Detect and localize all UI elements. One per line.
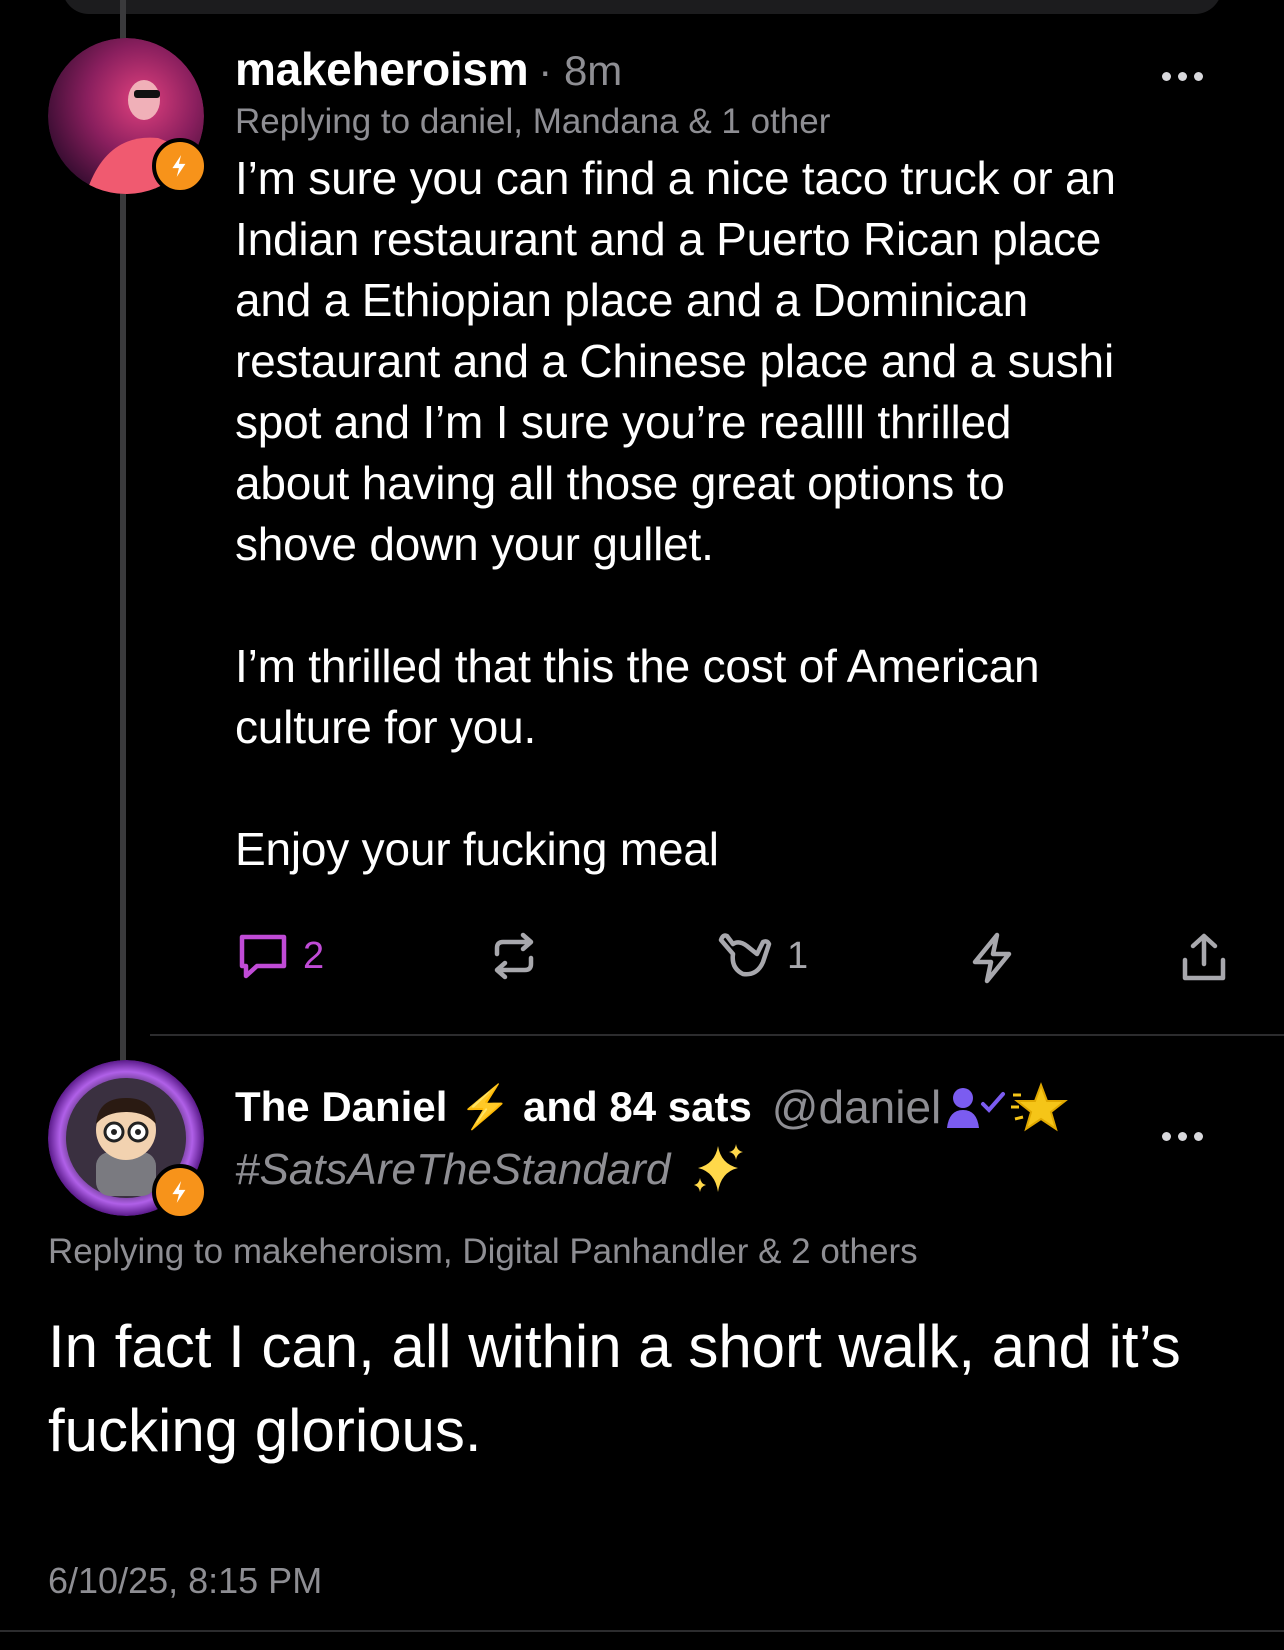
repost-icon [494, 932, 534, 980]
handle[interactable]: @daniel [772, 1080, 941, 1134]
post-timestamp: 6/10/25, 8:15 PM [48, 1560, 323, 1601]
post-body: I’m sure you can find a nice taco truck … [235, 152, 1116, 875]
hashtag[interactable]: #SatsAreTheStandard [235, 1145, 670, 1195]
replying-to[interactable]: Replying to daniel, Mandana & 1 other [235, 102, 830, 142]
author-name[interactable]: makeheroism [235, 42, 529, 96]
more-dots-icon[interactable] [1162, 1132, 1203, 1141]
shaka-like-icon [718, 933, 772, 977]
lightning-badge-icon [152, 1164, 208, 1220]
bottom-divider [0, 1630, 1284, 1632]
more-dots-icon[interactable] [1162, 72, 1203, 81]
thread-view: makeheroism · 8m Replying to daniel, Man… [0, 0, 1284, 1650]
lightning-badge-icon [152, 138, 208, 194]
author-line: The Daniel ⚡️ and 84 sats @daniel [235, 1080, 1069, 1134]
verified-user-icon [947, 1088, 1006, 1128]
top-card-edge [62, 0, 1222, 14]
post-actions: 2 1 [235, 932, 1235, 992]
zap-button[interactable] [970, 932, 1014, 984]
reply-button[interactable]: 2 [237, 932, 324, 980]
hashtag-line: #SatsAreTheStandard [235, 1142, 746, 1198]
post-divider [150, 1034, 1284, 1036]
star-icon [1011, 1082, 1069, 1132]
avatar-makeheroism[interactable] [48, 38, 208, 194]
like-button[interactable]: 1 [717, 932, 808, 980]
display-name[interactable]: The Daniel ⚡️ and 84 sats [235, 1083, 752, 1132]
avatar-daniel[interactable] [48, 1060, 208, 1220]
repost-button[interactable] [489, 932, 539, 980]
like-count: 1 [787, 934, 809, 977]
post-body: In fact I can, all within a short walk, … [48, 1313, 1181, 1464]
share-icon [1182, 933, 1226, 981]
reply-icon [239, 934, 287, 979]
post-time: · 8m [538, 47, 623, 94]
zap-icon [972, 932, 1012, 984]
replying-to[interactable]: Replying to makeheroism, Digital Panhand… [48, 1232, 918, 1272]
sparkles-icon [694, 1144, 744, 1192]
post-header: makeheroism · 8m [235, 42, 622, 96]
share-button[interactable] [1180, 932, 1228, 982]
reply-count: 2 [303, 934, 325, 977]
